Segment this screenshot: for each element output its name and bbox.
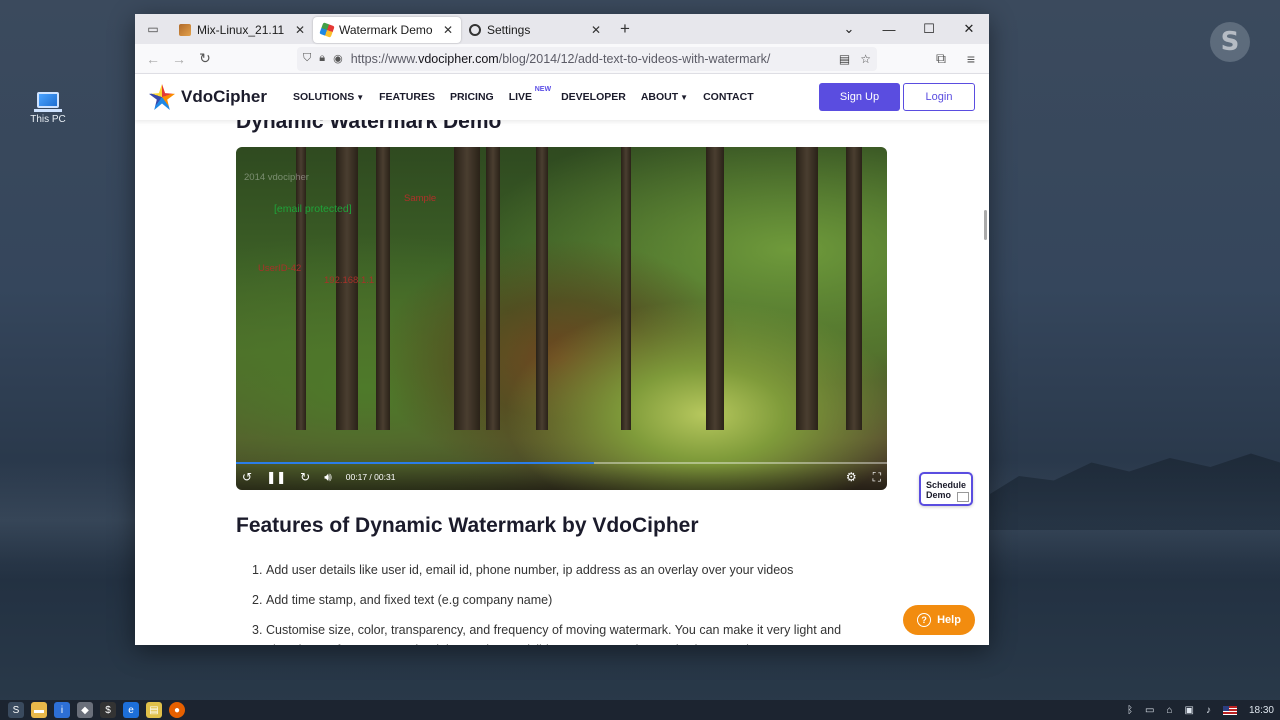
clipboard-icon[interactable]: ▣ <box>1185 705 1194 716</box>
help-button[interactable]: ? Help <box>903 605 975 635</box>
close-tab-icon[interactable]: ✕ <box>443 23 453 37</box>
close-tab-icon[interactable]: ✕ <box>591 23 601 37</box>
url-text: https://www.vdocipher.com/blog/2014/12/a… <box>350 51 771 66</box>
browser-window: ▭ Mix-Linux_21.11 (Runt ✕ Watermark Demo… <box>135 14 989 645</box>
question-icon: ? <box>917 613 932 627</box>
watermark-ip: 192.168.1.1 <box>324 275 375 286</box>
login-button[interactable]: Login <box>903 83 975 111</box>
video-controls: ↺ ❚❚ ↻ 🔊︎ 00:17 / 00:31 ⚙ ⛶ <box>236 464 887 490</box>
vdocipher-favicon-icon <box>319 22 335 38</box>
schedule-demo-button[interactable]: Schedule Demo <box>919 472 973 506</box>
menu-features[interactable]: FEATURES <box>379 91 435 103</box>
tracking-shield-icon[interactable]: ⛉ <box>303 52 311 65</box>
settings-gear-icon[interactable]: ⚙ <box>846 470 857 485</box>
menu-developer[interactable]: DEVELOPER <box>561 91 626 103</box>
menu-solutions[interactable]: SOLUTIONS ▼ <box>293 91 364 103</box>
us-flag-icon[interactable] <box>1222 705 1237 715</box>
computer-icon <box>34 92 62 112</box>
this-pc-label: This PC <box>30 114 66 125</box>
brand-name: VdoCipher <box>181 87 267 106</box>
tab-title: Mix-Linux_21.11 (Runt <box>197 23 285 37</box>
file-manager-icon[interactable]: ▬ <box>31 702 47 718</box>
tab-bar: ▭ Mix-Linux_21.11 (Runt ✕ Watermark Demo… <box>135 14 989 44</box>
lock-icon[interactable]: 🔒︎ <box>319 52 325 65</box>
list-item: 1. Add user details like user id, email i… <box>252 563 794 577</box>
main-menu: SOLUTIONS ▼ FEATURES PRICING LIVE NEW DEVE… <box>293 86 754 103</box>
back-button[interactable]: ← <box>141 47 165 71</box>
package-manager-icon[interactable]: ◆ <box>77 702 93 718</box>
help-label: Help <box>937 614 961 626</box>
bluetooth-icon[interactable]: ᛒ <box>1127 705 1133 716</box>
page-scrollbar[interactable] <box>984 210 987 240</box>
gear-icon <box>469 24 481 36</box>
close-window-button[interactable]: ✕ <box>949 14 989 44</box>
menu-live[interactable]: LIVE NEW <box>509 86 551 103</box>
menu-about[interactable]: ABOUT ▼ <box>641 91 688 103</box>
linux-favicon-icon <box>179 24 191 36</box>
tab-watermark-demo[interactable]: Watermark Demo: Add ✕ <box>313 17 461 43</box>
this-pc-desktop-icon[interactable]: This PC <box>24 92 72 125</box>
nav-toolbar: ← → ↻ ⛉ 🔒︎ ◉ https://www.vdocipher.com/b… <box>135 44 989 74</box>
files-app-icon[interactable]: ▤ <box>146 702 162 718</box>
new-badge: NEW <box>534 86 552 93</box>
tab-settings[interactable]: Settings ✕ <box>461 17 609 43</box>
volume-tray-icon[interactable]: ♪ <box>1206 705 1211 716</box>
reload-button[interactable]: ↻ <box>193 47 217 71</box>
watermark-email: [email protected] <box>274 203 352 215</box>
forward-icon[interactable]: ↻ <box>300 470 310 484</box>
vdocipher-logo-icon <box>149 84 175 110</box>
video-time: 00:17 / 00:31 <box>345 472 396 482</box>
site-header: VdoCipher SOLUTIONS ▼ FEATURES PRICING LI… <box>135 74 989 120</box>
start-menu-icon[interactable]: S <box>8 702 24 718</box>
features-list: 1. Add user details like user id, email i… <box>252 560 867 645</box>
terminal-icon[interactable]: $ <box>100 702 116 718</box>
video-player[interactable]: 2014 vdocipher [email protected] Sample … <box>236 147 887 490</box>
tab-title: Watermark Demo: Add <box>339 23 433 37</box>
menu-contact[interactable]: CONTACT <box>703 91 754 103</box>
extensions-icon[interactable]: ⧉ <box>929 47 953 71</box>
address-bar[interactable]: ⛉ 🔒︎ ◉ https://www.vdocipher.com/blog/20… <box>297 46 877 71</box>
minimize-button[interactable]: — <box>869 14 909 44</box>
brand-logo[interactable]: VdoCipher <box>149 84 267 110</box>
taskbar: S ▬ i ◆ $ e ▤ ● ᛒ ▭ ⌂ ▣ ♪ 18:30 <box>0 700 1280 720</box>
sign-up-button[interactable]: Sign Up <box>819 83 900 111</box>
tab-list-icon[interactable]: ▭ <box>135 14 171 44</box>
volume-icon[interactable]: 🔊︎ <box>324 470 332 485</box>
clock[interactable]: 18:30 <box>1249 705 1274 716</box>
watermark-name: Sample <box>404 193 437 204</box>
tab-title: Settings <box>487 23 531 37</box>
rewind-icon[interactable]: ↺ <box>242 470 252 484</box>
new-tab-button[interactable]: + <box>613 19 637 39</box>
firefox-icon[interactable]: ● <box>169 702 185 718</box>
maximize-button[interactable]: ☐ <box>909 14 949 44</box>
info-icon[interactable]: i <box>54 702 70 718</box>
tab-mix-linux[interactable]: Mix-Linux_21.11 (Runt ✕ <box>171 17 313 43</box>
chevron-down-icon: ▼ <box>356 93 365 102</box>
network-icon[interactable]: ⌂ <box>1166 705 1172 716</box>
site-info-icon[interactable]: ◉ <box>333 52 343 65</box>
menu-pricing[interactable]: PRICING <box>450 91 494 103</box>
edge-browser-icon[interactable]: e <box>123 702 139 718</box>
close-tab-icon[interactable]: ✕ <box>295 23 305 37</box>
list-item: 2. Add time stamp, and fixed text (e.g co… <box>252 593 553 607</box>
keyboard-icon[interactable]: ▭ <box>1145 705 1154 716</box>
chevron-down-icon: ▼ <box>680 93 689 102</box>
bookmark-star-icon[interactable]: ☆ <box>860 52 871 66</box>
reader-view-icon[interactable]: ▤ <box>839 52 850 66</box>
watermark-extra: UserID-42 <box>258 263 302 274</box>
page-content: Dynamic Watermark Demo 2014 vdocipher [e… <box>135 120 989 645</box>
features-heading: Features of Dynamic Watermark by VdoCiph… <box>236 514 699 537</box>
demo-heading: Dynamic Watermark Demo <box>236 120 502 133</box>
list-item: 3. Customise size, color, transparency, a… <box>252 623 842 645</box>
distro-logo-icon: S <box>1210 22 1250 62</box>
menu-hamburger-icon[interactable]: ≡ <box>959 47 983 71</box>
watermark-year: 2014 vdocipher <box>244 172 309 183</box>
calendar-icon <box>957 492 969 502</box>
fullscreen-icon[interactable]: ⛶ <box>873 470 881 485</box>
forward-button[interactable]: → <box>167 47 191 71</box>
pause-icon[interactable]: ❚❚ <box>266 470 286 484</box>
tab-overflow-chevron-icon[interactable]: ⌄ <box>829 14 869 44</box>
